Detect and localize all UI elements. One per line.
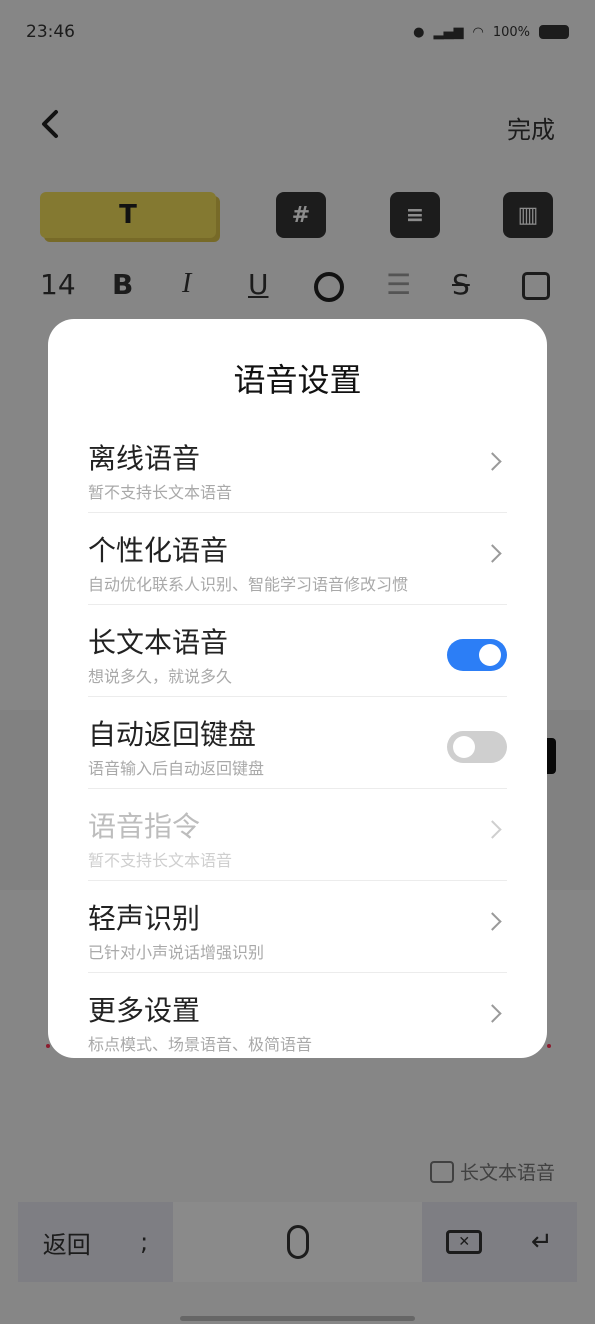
chevron-right-icon — [483, 452, 502, 471]
setting-whisper-recognition[interactable]: 轻声识别 已针对小声说话增强识别 — [88, 881, 507, 973]
setting-title: 更多设置 — [88, 994, 201, 1027]
setting-desc: 已针对小声说话增强识别 — [88, 943, 265, 962]
setting-desc: 标点模式、场景语音、极简语音 — [88, 1035, 313, 1054]
voice-settings-dialog: 语音设置 离线语音 暂不支持长文本语音 个性化语音 自动优化联系人识别、智能学习… — [48, 319, 547, 1058]
setting-title: 轻声识别 — [88, 902, 201, 935]
chevron-right-icon — [483, 1004, 502, 1023]
setting-desc: 自动优化联系人识别、智能学习语音修改习惯 — [88, 575, 409, 594]
setting-title: 离线语音 — [88, 442, 201, 475]
chevron-right-icon — [483, 820, 502, 839]
setting-title: 语音指令 — [88, 810, 201, 843]
setting-more-settings[interactable]: 更多设置 标点模式、场景语音、极简语音 — [88, 973, 507, 1065]
auto-return-keyboard-toggle[interactable] — [447, 731, 507, 763]
setting-desc: 语音输入后自动返回键盘 — [88, 759, 265, 778]
setting-auto-return-keyboard: 自动返回键盘 语音输入后自动返回键盘 — [88, 697, 507, 789]
setting-title: 个性化语音 — [88, 534, 229, 567]
setting-title: 自动返回键盘 — [88, 718, 257, 751]
setting-desc: 暂不支持长文本语音 — [88, 851, 233, 870]
setting-desc: 想说多久，就说多久 — [88, 667, 233, 686]
chevron-right-icon — [483, 912, 502, 931]
setting-voice-command: 语音指令 暂不支持长文本语音 — [88, 789, 507, 881]
setting-desc: 暂不支持长文本语音 — [88, 483, 233, 502]
setting-title: 长文本语音 — [88, 626, 229, 659]
dialog-title: 语音设置 — [233, 361, 362, 399]
setting-offline-voice[interactable]: 离线语音 暂不支持长文本语音 — [88, 421, 507, 513]
setting-personalized-voice[interactable]: 个性化语音 自动优化联系人识别、智能学习语音修改习惯 — [88, 513, 507, 605]
long-text-voice-toggle[interactable] — [447, 639, 507, 671]
setting-long-text-voice: 长文本语音 想说多久，就说多久 — [88, 605, 507, 697]
chevron-right-icon — [483, 544, 502, 563]
